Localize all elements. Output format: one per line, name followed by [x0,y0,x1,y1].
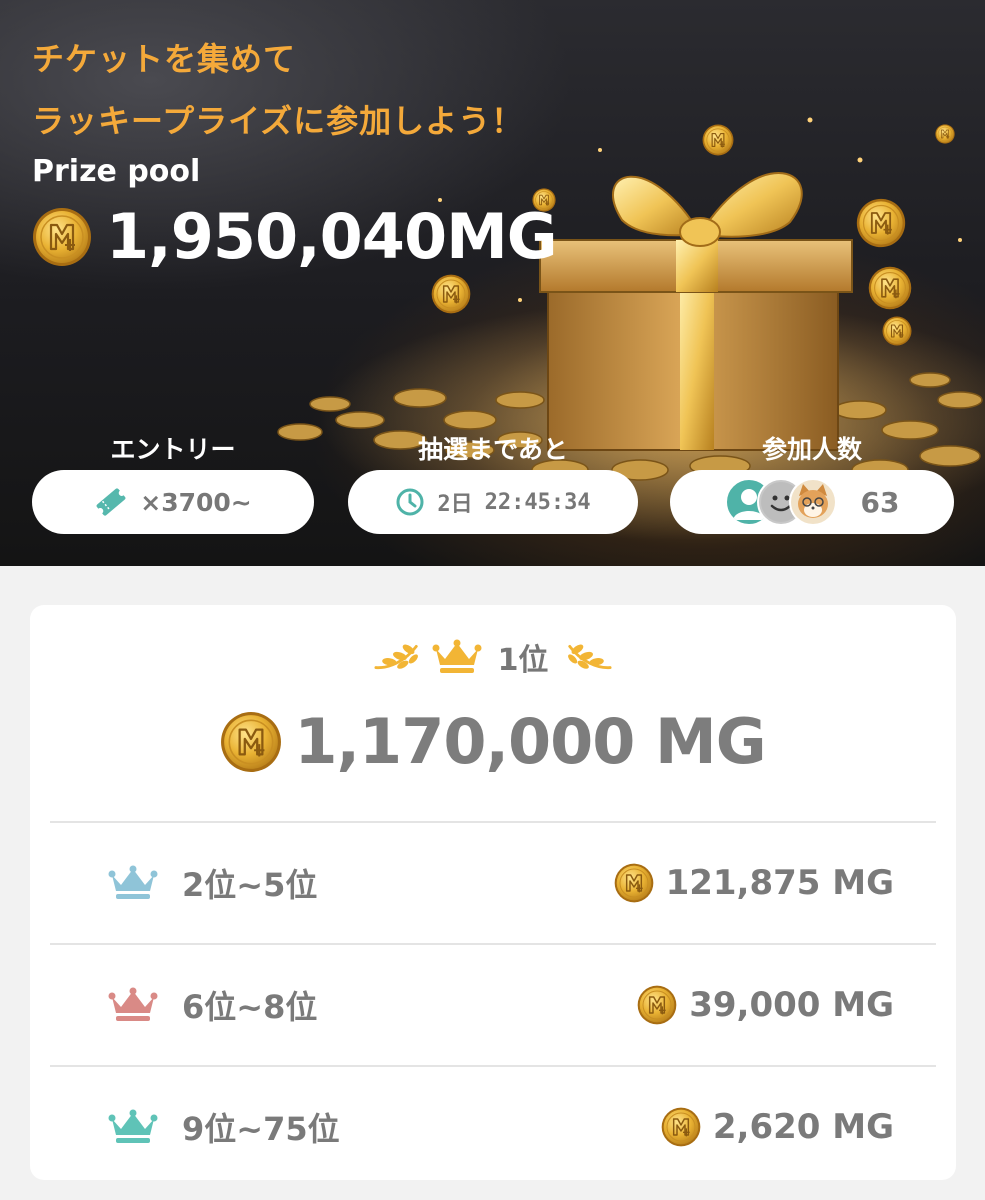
prize-tier-row: 2位~5位 121,875 MG [50,821,936,943]
ticket-icon [96,488,126,516]
prize-breakdown-card: 1位 1,170,000 MG 2位~5位 121,875 MG 6位~8位 3… [30,605,956,1180]
first-place-amount-row: 1,170,000 MG [30,705,956,778]
mg-coin-icon [637,985,677,1025]
avatar-cat-icon [788,478,837,526]
clock-icon [396,488,424,516]
tier-amount: 121,875 MG [665,863,894,903]
countdown-label: 抽選まであと [418,435,568,464]
headline-line-1: チケットを集めて [32,40,297,78]
crown-teal-icon [108,1109,158,1145]
prize-tier-row: 9位~75位 2,620 MG [50,1065,936,1187]
mg-coin-icon [220,711,282,773]
prize-hero-banner: チケットを集めて ラッキープライズに参加しよう！ Prize pool 1,95… [0,0,985,566]
headline-line-2: ラッキープライズに参加しよう！ [32,102,525,140]
prize-pool-amount: 1,950,040MG [106,200,558,273]
participant-avatars [724,478,837,526]
tier-amount: 39,000 MG [689,985,894,1025]
first-place-header: 1位 [30,635,956,679]
prize-pool-row: 1,950,040MG [32,200,558,273]
mg-coin-icon [614,863,654,903]
mg-coin-icon [32,207,92,267]
first-place-rank: 1位 [497,643,549,678]
participants-label: 参加人数 [761,435,862,464]
prize-pool-label: Prize pool [32,154,201,189]
entry-pill[interactable]: ×3700~ [32,470,314,534]
first-place-amount: 1,170,000 MG [294,705,766,778]
laurel-right-icon [564,642,612,672]
crown-gold-icon [432,639,482,675]
entry-label: エントリー [110,435,236,464]
countdown-pill: 2日 22:45:34 [348,470,638,534]
participants-pill[interactable]: 63 [670,470,954,534]
prize-tier-row: 6位~8位 39,000 MG [50,943,936,1065]
headline: チケットを集めて ラッキープライズに参加しよう！ [32,28,524,152]
crown-blue-icon [108,865,158,901]
crown-red-icon [108,987,158,1023]
entry-value: ×3700~ [140,487,252,517]
tier-amount: 2,620 MG [712,1107,894,1147]
participants-count: 63 [860,485,900,519]
countdown-time: 22:45:34 [484,489,591,515]
tier-range: 9位~75位 [182,1110,340,1148]
laurel-left-icon [374,642,422,672]
tier-range: 2位~5位 [182,866,318,904]
countdown-days: 2日 [437,492,473,517]
tier-range: 6位~8位 [182,988,318,1026]
mg-coin-icon [661,1107,701,1147]
